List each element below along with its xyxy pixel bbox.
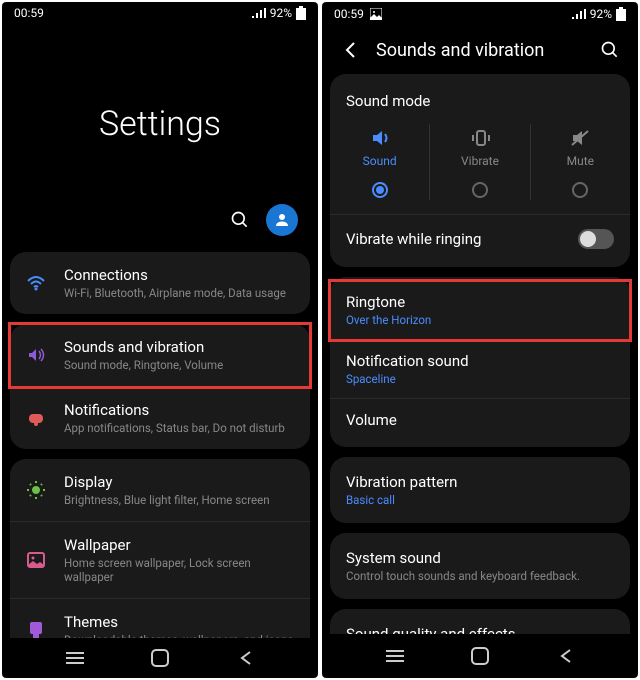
- item-title: Display: [64, 473, 298, 491]
- item-subtitle: Home screen wallpaper, Lock screen wallp…: [64, 556, 298, 584]
- mode-radio[interactable]: [472, 182, 488, 198]
- theme-icon: [22, 616, 50, 637]
- row-title: Vibration pattern: [346, 473, 614, 491]
- status-time: 00:59: [14, 6, 44, 20]
- row-subtitle: Over the Horizon: [346, 313, 614, 327]
- row-system-sound[interactable]: System sound Control touch sounds and key…: [330, 537, 630, 595]
- home-button[interactable]: [140, 638, 180, 678]
- row-title: Notification sound: [346, 352, 614, 370]
- item-title: Notifications: [64, 401, 298, 419]
- settings-item-themes[interactable]: Themes Downloadable themes, wallpapers, a…: [10, 599, 310, 637]
- row-subtitle: Control touch sounds and keyboard feedba…: [346, 569, 614, 583]
- recent-button[interactable]: [375, 636, 415, 676]
- content: Sound mode SoundVibrateMute Vibrate whil…: [322, 74, 638, 634]
- back-button[interactable]: [338, 38, 362, 62]
- item-title: Connections: [64, 266, 298, 284]
- back-button[interactable]: [225, 638, 265, 678]
- battery-pct: 92%: [590, 7, 612, 21]
- status-time: 00:59: [334, 7, 364, 21]
- nav-bar: [2, 638, 318, 678]
- wifi-icon: [22, 269, 50, 297]
- mute-icon: [531, 126, 630, 148]
- item-subtitle: Brightness, Blue light filter, Home scre…: [64, 493, 298, 507]
- settings-list: Connections Wi-Fi, Bluetooth, Airplane mo…: [2, 252, 318, 637]
- bell-icon: [22, 404, 50, 432]
- chevron-left-icon: [344, 41, 356, 59]
- settings-item-notifications[interactable]: Notifications App notifications, Status b…: [10, 387, 310, 449]
- sound-icon: [22, 341, 50, 369]
- header-title: Sounds and vibration: [376, 40, 598, 61]
- mode-radio[interactable]: [572, 182, 588, 198]
- profile-avatar[interactable]: [266, 204, 298, 236]
- row-volume[interactable]: Volume: [330, 399, 630, 443]
- item-subtitle: Downloadable themes, wallpapers, and ico…: [64, 633, 298, 637]
- item-subtitle: Wi-Fi, Bluetooth, Airplane mode, Data us…: [64, 286, 298, 300]
- vibrate-while-ringing-row[interactable]: Vibrate while ringing: [330, 214, 630, 263]
- settings-item-display[interactable]: Display Brightness, Blue light filter, Ho…: [10, 459, 310, 522]
- signal-icon: [252, 8, 266, 18]
- person-icon: [273, 211, 291, 229]
- signal-icon: [572, 9, 586, 19]
- settings-screen: 00:59 92% Settings Connections Wi-Fi, Blu…: [2, 2, 318, 678]
- mode-vibrate[interactable]: Vibrate: [430, 124, 530, 200]
- nav-bar: [322, 634, 638, 678]
- vibrate-while-ringing-toggle[interactable]: [578, 229, 614, 249]
- page-title: Settings: [2, 24, 318, 204]
- home-button[interactable]: [460, 636, 500, 676]
- back-button[interactable]: [545, 636, 585, 676]
- wall-icon: [22, 546, 50, 574]
- vol-icon: [330, 126, 429, 148]
- row-title: Volume: [346, 411, 614, 429]
- item-subtitle: App notifications, Status bar, Do not di…: [64, 421, 298, 435]
- settings-item-sounds-and-vibration[interactable]: Sounds and vibration Sound mode, Ringtone…: [10, 324, 310, 387]
- recent-button[interactable]: [55, 638, 95, 678]
- search-icon: [600, 40, 620, 60]
- row-notification-sound[interactable]: Notification sound Spaceline: [330, 340, 630, 399]
- row-vibration-pattern[interactable]: Vibration pattern Basic call: [330, 461, 630, 519]
- battery-icon: [296, 6, 306, 20]
- search-icon: [230, 210, 250, 230]
- row-title: Ringtone: [346, 293, 614, 311]
- header: Sounds and vibration: [322, 26, 638, 74]
- item-subtitle: Sound mode, Ringtone, Volume: [64, 358, 298, 372]
- sounds-vibration-screen: 00:59 92% Sounds and vibration Sound mod…: [322, 2, 638, 678]
- picture-icon: [370, 8, 382, 20]
- mode-radio[interactable]: [372, 182, 388, 198]
- item-title: Themes: [64, 613, 298, 631]
- vib-icon: [430, 126, 529, 148]
- search-button[interactable]: [230, 210, 250, 230]
- item-title: Sounds and vibration: [64, 338, 298, 356]
- status-bar: 00:59 92%: [322, 2, 638, 26]
- item-title: Wallpaper: [64, 536, 298, 554]
- sound-mode-header: Sound mode: [330, 78, 630, 116]
- mode-sound[interactable]: Sound: [330, 124, 430, 200]
- vibrate-while-ringing-label: Vibrate while ringing: [346, 230, 481, 248]
- row-subtitle: Basic call: [346, 493, 614, 507]
- mode-label: Vibrate: [430, 154, 529, 168]
- search-button[interactable]: [598, 38, 622, 62]
- battery-icon: [616, 7, 626, 21]
- settings-item-wallpaper[interactable]: Wallpaper Home screen wallpaper, Lock scr…: [10, 522, 310, 599]
- status-bar: 00:59 92%: [2, 2, 318, 24]
- row-subtitle: Spaceline: [346, 372, 614, 386]
- mode-mute[interactable]: Mute: [531, 124, 630, 200]
- row-title: System sound: [346, 549, 614, 567]
- mode-label: Mute: [531, 154, 630, 168]
- sound-mode-section: Sound mode SoundVibrateMute Vibrate whil…: [330, 74, 630, 267]
- row-ringtone[interactable]: Ringtone Over the Horizon: [330, 281, 630, 340]
- row-sound-quality-and-effects[interactable]: Sound quality and effects: [330, 613, 630, 634]
- row-title: Sound quality and effects: [346, 625, 614, 634]
- bright-icon: [22, 476, 50, 504]
- battery-pct: 92%: [270, 6, 292, 20]
- settings-item-connections[interactable]: Connections Wi-Fi, Bluetooth, Airplane mo…: [10, 252, 310, 314]
- mode-label: Sound: [330, 154, 429, 168]
